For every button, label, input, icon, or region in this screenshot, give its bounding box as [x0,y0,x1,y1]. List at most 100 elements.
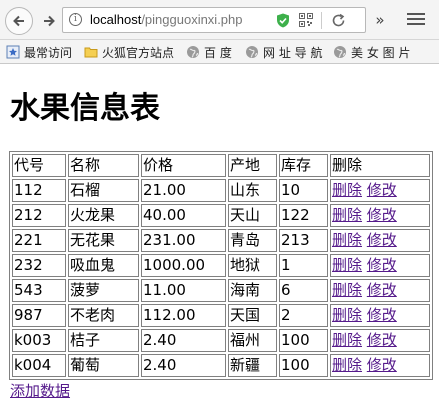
table-row: 987 不老肉 112.00 天国 2 删除 修改 [12,304,430,327]
table-row: k003 桔子 2.40 福州 100 删除 修改 [12,329,430,352]
edit-link[interactable]: 修改 [367,306,397,324]
cell-code: 112 [12,179,66,202]
cell-price: 2.40 [141,329,226,352]
bookmark-site-navigation[interactable]: 网 址 导 航 [245,44,322,60]
delete-link[interactable]: 删除 [332,206,362,224]
double-chevron-right-icon: » [375,11,385,29]
qr-code-icon[interactable] [299,13,313,27]
bookmark-most-visited[interactable]: 最常访问 [6,44,72,60]
bookmarks-bar: 最常访问 火狐官方站点 百 度 网 址 导 航 美 女 图 片 [0,40,439,64]
cell-price: 231.00 [141,229,226,252]
url-host: localhost [90,12,142,27]
cell-origin: 福州 [228,329,277,352]
back-button[interactable] [5,7,33,35]
cell-code: 987 [12,304,66,327]
edit-link[interactable]: 修改 [367,231,397,249]
table-row: 112 石榴 21.00 山东 10 删除 修改 [12,179,430,202]
cell-stock: 1 [279,254,328,277]
cell-price: 112.00 [141,304,226,327]
cell-actions: 删除 修改 [330,229,430,252]
cell-code: 221 [12,229,66,252]
cell-actions: 删除 修改 [330,204,430,227]
cell-price: 1000.00 [141,254,226,277]
add-data-link[interactable]: 添加数据 [10,382,70,400]
cell-actions: 删除 修改 [330,329,430,352]
cell-code: 232 [12,254,66,277]
header-delete: 删除 [330,154,430,177]
table-row: 212 火龙果 40.00 天山 122 删除 修改 [12,204,430,227]
bookmark-label: 火狐官方站点 [102,45,175,60]
edit-link[interactable]: 修改 [367,256,397,274]
cell-origin: 天山 [228,204,277,227]
cell-price: 2.40 [141,354,226,377]
delete-link[interactable]: 删除 [332,181,362,199]
shield-icon[interactable] [276,13,290,28]
cell-price: 11.00 [141,279,226,302]
menu-button[interactable] [405,10,427,30]
cell-name: 桔子 [68,329,139,352]
info-icon[interactable]: i [69,13,82,26]
cell-actions: 删除 修改 [330,304,430,327]
table-row: 543 菠萝 11.00 海南 6 删除 修改 [12,279,430,302]
cell-code: k004 [12,354,66,377]
edit-link[interactable]: 修改 [367,206,397,224]
forward-button[interactable] [36,8,62,34]
cell-name: 石榴 [68,179,139,202]
cell-stock: 213 [279,229,328,252]
edit-link[interactable]: 修改 [367,281,397,299]
cell-price: 40.00 [141,204,226,227]
cell-name: 不老肉 [68,304,139,327]
header-code: 代号 [12,154,66,177]
overflow-chevron-button[interactable]: » [370,11,390,29]
cell-price: 21.00 [141,179,226,202]
cell-stock: 2 [279,304,328,327]
delete-link[interactable]: 删除 [332,281,362,299]
edit-link[interactable]: 修改 [367,356,397,374]
delete-link[interactable]: 删除 [332,306,362,324]
cell-origin: 海南 [228,279,277,302]
globe-icon [246,46,258,58]
bookmark-label: 美 女 图 片 [351,45,411,60]
cell-name: 吸血鬼 [68,254,139,277]
bookmark-star-icon [6,45,20,59]
cell-actions: 删除 修改 [330,279,430,302]
header-origin: 产地 [228,154,277,177]
globe-icon [334,46,346,58]
cell-name: 无花果 [68,229,139,252]
header-stock: 库存 [279,154,328,177]
cell-name: 菠萝 [68,279,139,302]
address-bar[interactable]: i localhost/pingguoxinxi.php [62,7,366,33]
bookmark-label: 网 址 导 航 [263,45,323,60]
cell-name: 葡萄 [68,354,139,377]
table-header-row: 代号 名称 价格 产地 库存 删除 [12,154,430,177]
url-path: /pingguoxinxi.php [141,12,243,27]
bookmark-baidu[interactable]: 百 度 [186,44,232,60]
fruit-table: 代号 名称 价格 产地 库存 删除 112 石榴 21.00 山东 10 删除 修改 212… [9,151,433,380]
cell-stock: 10 [279,179,328,202]
delete-link[interactable]: 删除 [332,256,362,274]
cell-code: 543 [12,279,66,302]
cell-origin: 天国 [228,304,277,327]
edit-link[interactable]: 修改 [367,181,397,199]
table-row: k004 葡萄 2.40 新疆 100 删除 修改 [12,354,430,377]
bookmark-pictures[interactable]: 美 女 图 片 [333,44,410,60]
edit-link[interactable]: 修改 [367,331,397,349]
cell-stock: 6 [279,279,328,302]
arrow-left-icon [13,15,24,27]
header-price: 价格 [141,154,226,177]
cell-stock: 100 [279,329,328,352]
hamburger-icon [407,13,425,15]
bookmark-label: 百 度 [204,45,232,60]
delete-link[interactable]: 删除 [332,331,362,349]
delete-link[interactable]: 删除 [332,356,362,374]
bookmark-firefox-official[interactable]: 火狐官方站点 [84,44,174,60]
cell-code: k003 [12,329,66,352]
cell-stock: 100 [279,354,328,377]
address-bar-divider [321,12,322,29]
delete-link[interactable]: 删除 [332,231,362,249]
url-text[interactable]: localhost/pingguoxinxi.php [90,12,243,27]
cell-code: 212 [12,204,66,227]
reload-icon[interactable] [330,12,347,29]
header-name: 名称 [68,154,139,177]
table-row: 221 无花果 231.00 青岛 213 删除 修改 [12,229,430,252]
